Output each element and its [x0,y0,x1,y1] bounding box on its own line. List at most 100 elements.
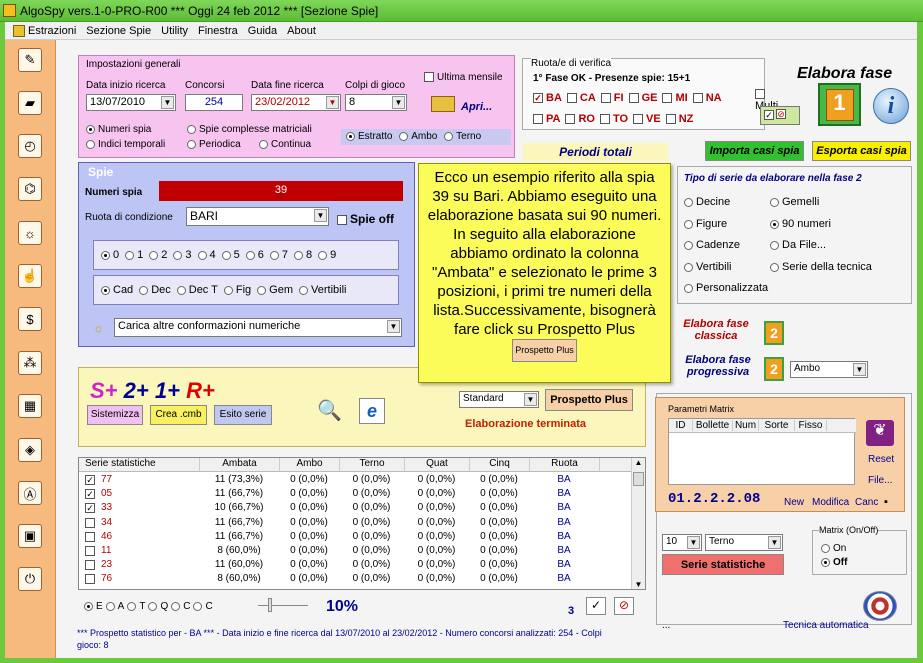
radio-type-0[interactable]: Cad [101,284,133,296]
data-fine-field[interactable]: 23/02/2012 ▼ [251,94,341,111]
radio-90-numeri[interactable]: 90 numeri [770,218,831,230]
cancel-check[interactable]: ⊘ [776,108,786,119]
radio-type-3[interactable]: Fig [223,284,251,296]
row-checkbox[interactable] [85,531,95,542]
bulb-icon[interactable]: ☼ [18,221,42,245]
save-icon[interactable]: ▪ [884,496,888,508]
slider-thumb[interactable] [268,598,272,612]
radio-estratto[interactable]: Estratto [346,131,392,142]
power-icon[interactable]: ⏻ [18,567,42,591]
magnifier-icon[interactable]: 🔍 [317,398,342,423]
col-ruota[interactable]: Ruota [529,458,599,472]
numeri-spia-field[interactable]: 39 [159,181,403,201]
table-row[interactable]: 11 8 (60,0%) 0 (0,0%) 0 (0,0%) 0 (0,0%) 0 (0,… [79,544,631,558]
standard-select[interactable]: Standard ▼ [459,391,539,408]
radio-digit-4[interactable]: 4 [197,249,216,261]
ruota-check-ba[interactable]: ✓ BA [533,92,562,104]
sel10-select[interactable]: 10 ▼ [662,534,702,551]
radio-continua[interactable]: Continua [259,139,311,150]
col-quat[interactable]: Quat [404,458,469,472]
radio-terno[interactable]: Terno [444,131,481,142]
radio-da-file[interactable]: Da File... [770,239,826,251]
reset-link[interactable]: Reset [868,454,894,465]
radio-matrix-off[interactable]: Off [821,557,847,568]
radio-sorte-0[interactable]: E [84,601,103,612]
radio-indici-temporali[interactable]: Indici temporali [86,139,165,150]
ruota-check-nz[interactable]: NZ [665,113,693,125]
radio-matrix-on[interactable]: On [821,543,846,554]
mdi-icon[interactable] [13,25,25,37]
matrix-col-sorte[interactable]: Sorte [759,420,795,431]
menu-sezione-spie[interactable]: Sezione Spie [81,22,156,37]
scroll-icon[interactable]: ⌬ [18,177,42,201]
radio-digit-3[interactable]: 3 [173,249,192,261]
cancel-icon[interactable]: ⊘ [614,597,634,615]
target-icon[interactable] [863,591,897,621]
radio-sorte-1[interactable]: A [105,601,124,612]
menu-utility[interactable]: Utility [156,22,193,37]
a-icon[interactable]: Ⓐ [18,481,42,505]
ok-check[interactable]: ✓ [764,110,774,120]
radio-cadenze[interactable]: Cadenze [684,239,740,251]
ultima-mensile[interactable]: Ultima mensile [424,72,503,83]
prospetto-plus-button[interactable]: Prospetto Plus [545,389,633,411]
ruota-check-ca[interactable]: CA [566,92,596,104]
carica-select[interactable]: Carica altre conformazioni numeriche ▼ [114,318,402,337]
fase2-classica-button[interactable]: 2 [764,321,784,345]
radio-serie-tecnica[interactable]: Serie della tecnica [770,261,872,273]
row-checkbox[interactable]: ✓ [85,475,95,485]
menu-about[interactable]: About [282,22,321,37]
compass-icon[interactable]: ◴ [18,134,42,158]
table-row[interactable]: 46 11 (66,7%) 0 (0,0%) 0 (0,0%) 0 (0,0%) 0 (0… [79,530,631,544]
matrix-col-fisso[interactable]: Fisso [795,420,827,431]
slider-track[interactable] [258,605,308,606]
explorer-icon[interactable]: e [359,398,385,424]
fase1-button[interactable]: 1 [818,83,861,126]
radio-sorte-4[interactable]: C [171,601,190,612]
info-icon[interactable]: i [873,88,909,124]
menu-estrazioni[interactable]: Estrazioni [23,22,81,37]
row-checkbox[interactable] [85,574,95,585]
esporta-button[interactable]: Esporta casi spia [812,141,911,161]
radio-sorte-3[interactable]: Q [148,601,168,612]
ruota-select[interactable]: BARI ▼ [186,207,329,226]
ruota-check-mi[interactable]: MI [662,92,688,104]
hand-icon[interactable]: ☝ [18,264,42,288]
data-inizio-field[interactable]: 13/07/2010 ▼ [86,94,176,111]
new-link[interactable]: New [784,497,804,508]
menu-guida[interactable]: Guida [243,22,282,37]
radio-digit-9[interactable]: 9 [318,249,336,261]
periodi-totali[interactable]: Periodi totali [523,143,668,161]
col-terno[interactable]: Terno [339,458,404,472]
file-link[interactable]: File... [868,475,892,486]
matrix-book-icon[interactable]: ❦ [866,420,894,446]
matrix-col-bollette[interactable]: Bollette [693,420,733,431]
table-row[interactable]: 34 11 (66,7%) 0 (0,0%) 0 (0,0%) 0 (0,0%) 0 (0… [79,516,631,530]
matrix-col-id[interactable]: ID [669,420,693,431]
radio-type-4[interactable]: Gem [257,284,293,296]
ruota-check-ro[interactable]: RO [565,113,595,125]
progressiva-select[interactable]: Ambo ▼ [790,361,868,378]
radio-sorte-2[interactable]: T [127,601,145,612]
apri-link[interactable]: Apri... [461,101,492,113]
importa-button[interactable]: Importa casi spia [705,141,804,161]
col-cinq[interactable]: Cinq [469,458,529,472]
crea-cmb-button[interactable]: Crea .cmb [150,405,207,425]
col-ambo[interactable]: Ambo [279,458,339,472]
menu-finestra[interactable]: Finestra [193,22,243,37]
radio-digit-5[interactable]: 5 [221,249,240,261]
radio-spie-complesse[interactable]: Spie complesse matriciali [187,124,312,135]
radio-ambo[interactable]: Ambo [399,131,437,142]
matrix-col-num[interactable]: Num [733,420,759,431]
row-checkbox[interactable] [85,560,95,571]
grid-icon[interactable]: ▦ [18,394,42,418]
radio-vertibili[interactable]: Vertibili [684,261,731,273]
concorsi-field[interactable]: 254 [185,94,243,111]
radio-decine[interactable]: Decine [684,196,730,208]
table-row[interactable]: 23 11 (60,0%) 0 (0,0%) 0 (0,0%) 0 (0,0%) 0 (0… [79,558,631,572]
col-serie[interactable]: Serie statistiche [79,458,199,472]
ruota-check-na[interactable]: NA [692,92,722,104]
book-icon[interactable]: ▰ [18,91,42,115]
table-row[interactable]: ✓ 33 10 (66,7%) 0 (0,0%) 0 (0,0%) 0 (0,0%) 0 (… [79,501,631,515]
ruota-check-ge[interactable]: GE [628,92,657,104]
